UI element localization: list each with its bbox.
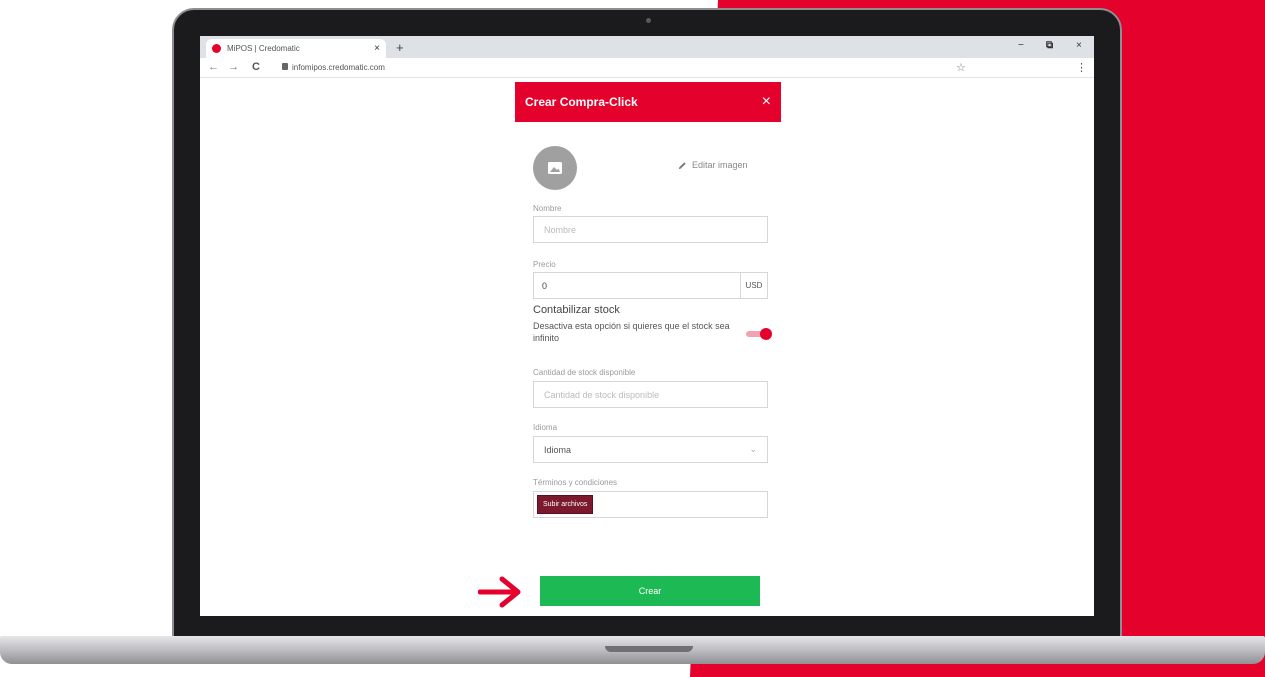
stock-qty-label: Cantidad de stock disponible (533, 368, 636, 377)
arrow-right-icon (478, 576, 521, 608)
tab-title: MiPOS | Credomatic (227, 44, 300, 53)
browser-tabbar: MiPOS | Credomatic × + − ⧉ × (200, 36, 1094, 58)
laptop-notch (605, 646, 693, 652)
toggle-knob (760, 328, 772, 340)
browser-menu-icon[interactable]: ⋮ (1076, 61, 1087, 74)
terms-label: Términos y condiciones (533, 478, 618, 487)
upload-files-button[interactable]: Subir archivos (537, 495, 594, 514)
create-button[interactable]: Crear (540, 576, 760, 606)
stage: MiPOS | Credomatic × + − ⧉ × ← → C infom… (0, 0, 1265, 677)
back-button[interactable]: ← (208, 61, 219, 73)
reload-button[interactable]: C (252, 61, 260, 73)
image-icon (548, 162, 562, 174)
pencil-icon (678, 161, 686, 169)
language-value: Idioma (544, 444, 572, 455)
minimize-button[interactable]: − (1018, 40, 1024, 51)
maximize-button[interactable]: ⧉ (1046, 40, 1053, 51)
name-input[interactable]: Nombre (533, 216, 768, 243)
modal-close-icon[interactable]: × (762, 93, 771, 111)
stock-qty-input[interactable]: Cantidad de stock disponible (533, 381, 768, 408)
bookmark-star-icon[interactable]: ☆ (956, 61, 966, 74)
name-label: Nombre (533, 204, 562, 213)
currency-addon: USD (741, 272, 768, 299)
lock-icon (282, 63, 288, 70)
tab-close-icon[interactable]: × (374, 43, 380, 54)
new-tab-button[interactable]: + (396, 40, 404, 55)
laptop-base (0, 636, 1265, 664)
language-label: Idioma (533, 423, 558, 432)
url-input[interactable]: infomipos.credomatic.com (292, 63, 385, 72)
laptop-screen: MiPOS | Credomatic × + − ⧉ × ← → C infom… (200, 36, 1094, 616)
modal-header: Crear Compra-Click × (515, 82, 781, 122)
edit-image-label: Editar imagen (692, 160, 748, 170)
chevron-down-icon: ⌄ (749, 444, 757, 454)
modal-title: Crear Compra-Click (525, 95, 638, 109)
address-bar: ← → C infomipos.credomatic.com ☆ ⋮ (200, 58, 1094, 78)
language-select[interactable]: Idioma ⌄ (533, 436, 768, 463)
stock-toggle[interactable] (746, 328, 772, 340)
forward-button[interactable]: → (228, 61, 239, 73)
price-input[interactable]: 0 (533, 272, 741, 299)
stock-description: Desactiva esta opción si quieres que el … (533, 321, 730, 343)
stock-title: Contabilizar stock (533, 304, 620, 316)
favicon-icon (212, 44, 221, 53)
price-label: Precio (533, 260, 556, 269)
camera-icon (646, 18, 651, 23)
window-close-button[interactable]: × (1076, 40, 1082, 51)
terms-file-box: Subir archivos (533, 491, 768, 518)
browser-tab[interactable]: MiPOS | Credomatic × (206, 39, 386, 58)
laptop-lid: MiPOS | Credomatic × + − ⧉ × ← → C infom… (172, 8, 1122, 640)
edit-image-button[interactable]: Editar imagen (678, 160, 748, 170)
product-image-placeholder[interactable] (533, 146, 577, 190)
